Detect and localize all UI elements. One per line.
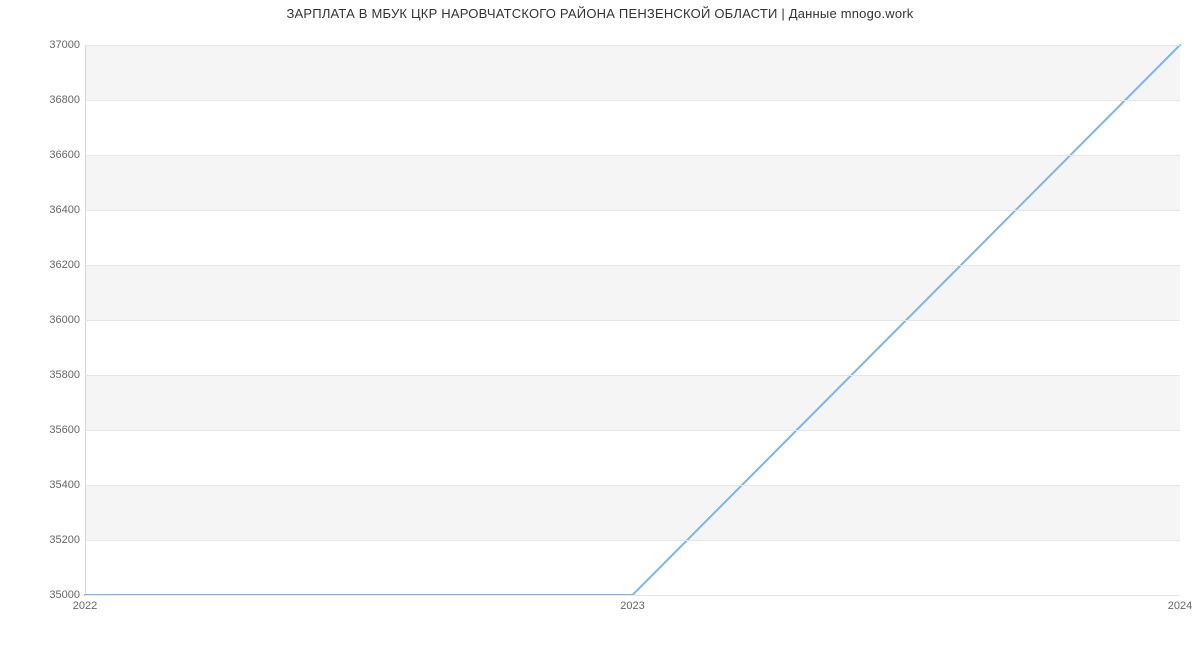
gridline xyxy=(85,595,1180,596)
gridline xyxy=(85,265,1180,266)
y-tick-label: 37000 xyxy=(20,39,80,51)
y-tick-label: 36000 xyxy=(20,314,80,326)
x-tick-label: 2024 xyxy=(1168,600,1192,612)
x-tick-label: 2022 xyxy=(73,600,97,612)
y-tick-label: 36200 xyxy=(20,259,80,271)
gridline xyxy=(85,320,1180,321)
gridline xyxy=(85,100,1180,101)
chart-title: ЗАРПЛАТА В МБУК ЦКР НАРОВЧАТСКОГО РАЙОНА… xyxy=(0,6,1200,21)
y-tick-label: 35200 xyxy=(20,534,80,546)
y-tick-label: 36800 xyxy=(20,94,80,106)
gridline xyxy=(85,430,1180,431)
gridline xyxy=(85,375,1180,376)
gridline xyxy=(85,210,1180,211)
gridline xyxy=(85,155,1180,156)
gridline xyxy=(85,540,1180,541)
x-tick-label: 2023 xyxy=(620,600,644,612)
line-chart: ЗАРПЛАТА В МБУК ЦКР НАРОВЧАТСКОГО РАЙОНА… xyxy=(0,0,1200,650)
y-tick-label: 35600 xyxy=(20,424,80,436)
y-tick-label: 36600 xyxy=(20,149,80,161)
plot-area xyxy=(85,45,1180,596)
gridline xyxy=(85,485,1180,486)
y-tick-label: 36400 xyxy=(20,204,80,216)
y-tick-label: 35400 xyxy=(20,479,80,491)
y-tick-label: 35800 xyxy=(20,369,80,381)
y-tick-label: 35000 xyxy=(20,589,80,601)
gridline xyxy=(85,45,1180,46)
